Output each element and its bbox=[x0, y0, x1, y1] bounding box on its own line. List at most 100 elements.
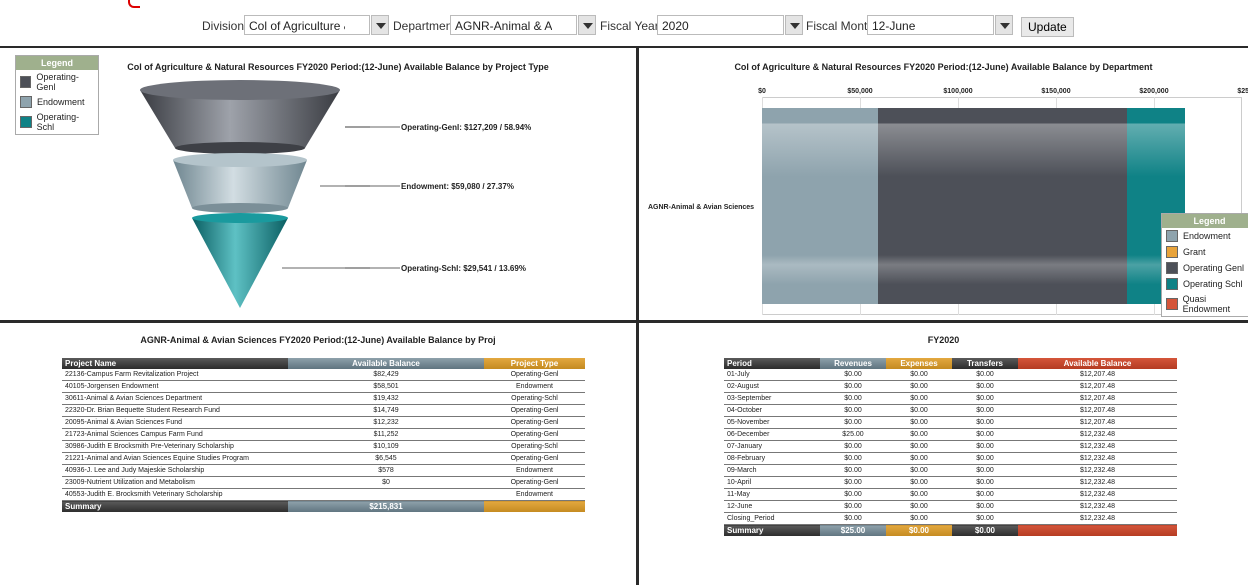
table-row: 30986-Judith E Brocksmith Pre-Veterinary… bbox=[62, 440, 585, 453]
table-row: 02-August $0.00 $0.00 $0.00 $12,207.48 bbox=[724, 380, 1177, 393]
department-label: Department bbox=[393, 19, 456, 33]
legend-label: Endowment bbox=[37, 97, 85, 107]
expenses-cell: $0.00 bbox=[886, 404, 952, 417]
summary-row: Summary $25.00 $0.00 $0.00 bbox=[724, 524, 1177, 536]
project-table: Project Name Available Balance Project T… bbox=[62, 358, 585, 512]
col-revenues[interactable]: Revenues bbox=[820, 358, 886, 369]
department-dropdown-icon[interactable] bbox=[578, 15, 596, 35]
fiscal-month-value: 12-June bbox=[872, 19, 916, 33]
col-period[interactable]: Period bbox=[724, 358, 820, 369]
col-transfers[interactable]: Transfers bbox=[952, 358, 1018, 369]
col-expenses[interactable]: Expenses bbox=[886, 358, 952, 369]
balance-cell: $11,252 bbox=[288, 428, 484, 441]
col-project-name[interactable]: Project Name bbox=[62, 358, 288, 369]
x-tick-label: $100,000 bbox=[943, 88, 973, 95]
table-row: 12-June $0.00 $0.00 $0.00 $12,232.48 bbox=[724, 500, 1177, 513]
balance-cell: $12,232 bbox=[288, 416, 484, 429]
period-cell: 10-April bbox=[724, 476, 820, 489]
col-available-balance[interactable]: Available Balance bbox=[1018, 358, 1177, 369]
period-cell: 08-February bbox=[724, 452, 820, 465]
dept-legend: Legend Endowment Grant Operating Genl Op… bbox=[1161, 213, 1248, 317]
revenues-cell: $0.00 bbox=[820, 416, 886, 429]
fiscal-month-dropdown-icon[interactable] bbox=[995, 15, 1013, 35]
division-select[interactable]: Col of Agriculture & Natu bbox=[244, 15, 370, 35]
project-type-cell: Operating-Genl bbox=[484, 404, 585, 417]
available-balance-cell: $12,207.48 bbox=[1018, 392, 1177, 405]
table-row: 40936-J. Lee and Judy Majeskie Scholarsh… bbox=[62, 464, 585, 477]
legend-item-operating-genl: Operating-Genl bbox=[16, 70, 98, 94]
top-accent-mark bbox=[128, 0, 140, 8]
funnel-legend: Legend Operating-Genl Endowment Operatin… bbox=[15, 55, 99, 135]
available-balance-cell: $12,207.48 bbox=[1018, 404, 1177, 417]
fiscal-year-select[interactable]: 2020 bbox=[657, 15, 784, 35]
balance-cell: $10,109 bbox=[288, 440, 484, 453]
dept-category-label: AGNR-Animal & Avian Sciences bbox=[648, 204, 755, 211]
table-row: 21723-Animal Sciences Campus Farm Fund $1… bbox=[62, 428, 585, 441]
available-balance-cell: $12,207.48 bbox=[1018, 380, 1177, 393]
fy-table: Period Revenues Expenses Transfers Avail… bbox=[724, 358, 1177, 536]
swatch-operating-genl bbox=[20, 76, 32, 88]
transfers-cell: $0.00 bbox=[952, 380, 1018, 393]
department-value: AGNR-Animal & Avian Sc bbox=[455, 19, 552, 33]
project-type-cell: Endowment bbox=[484, 488, 585, 501]
project-type-cell: Endowment bbox=[484, 464, 585, 477]
bar-segment-endowment[interactable] bbox=[762, 108, 878, 304]
swatch-grant bbox=[1166, 246, 1178, 258]
x-tick-label: $0 bbox=[758, 88, 766, 95]
table-row: 40553-Judith E. Brocksmith Veterinary Sc… bbox=[62, 488, 585, 501]
balance-cell: $19,432 bbox=[288, 392, 484, 405]
period-cell: Closing_Period bbox=[724, 512, 820, 525]
balance-cell: $578 bbox=[288, 464, 484, 477]
swatch-endowment bbox=[20, 96, 32, 108]
col-project-type[interactable]: Project Type bbox=[484, 358, 585, 369]
dept-chart-title: Col of Agriculture & Natural Resources F… bbox=[734, 62, 1153, 72]
expenses-cell: $0.00 bbox=[886, 416, 952, 429]
table-row: 10-April $0.00 $0.00 $0.00 $12,232.48 bbox=[724, 476, 1177, 489]
summary-balance bbox=[1018, 524, 1177, 536]
fiscal-year-dropdown-icon[interactable] bbox=[785, 15, 803, 35]
swatch-quasi-endowment bbox=[1166, 298, 1178, 310]
legend-label: Operating Genl bbox=[1183, 263, 1245, 273]
funnel-label-operating-genl: Operating-Genl: $127,209 / 58.94% bbox=[401, 123, 532, 132]
top-divider bbox=[0, 46, 1248, 48]
legend-label: Operating Schl bbox=[1183, 279, 1243, 289]
transfers-cell: $0.00 bbox=[952, 416, 1018, 429]
available-balance-cell: $12,232.48 bbox=[1018, 464, 1177, 477]
bar-segment-operating-genl[interactable] bbox=[877, 108, 1128, 304]
revenues-cell: $0.00 bbox=[820, 500, 886, 513]
update-button[interactable]: Update bbox=[1021, 17, 1074, 37]
period-cell: 09-March bbox=[724, 464, 820, 477]
table-row: 09-March $0.00 $0.00 $0.00 $12,232.48 bbox=[724, 464, 1177, 477]
period-cell: 03-September bbox=[724, 392, 820, 405]
expenses-cell: $0.00 bbox=[886, 428, 952, 441]
available-balance-cell: $12,232.48 bbox=[1018, 428, 1177, 441]
swatch-operating-schl bbox=[1166, 278, 1178, 290]
revenues-cell: $0.00 bbox=[820, 440, 886, 453]
legend-label: Grant bbox=[1183, 247, 1206, 257]
swatch-operating-schl bbox=[20, 116, 32, 128]
vertical-divider bbox=[636, 48, 639, 585]
available-balance-cell: $12,232.48 bbox=[1018, 476, 1177, 489]
transfers-cell: $0.00 bbox=[952, 428, 1018, 441]
summary-row: Summary $215,831 bbox=[62, 500, 585, 512]
col-available-balance[interactable]: Available Balance bbox=[288, 358, 484, 369]
department-select[interactable]: AGNR-Animal & Avian Sc bbox=[450, 15, 577, 35]
project-type-cell: Operating-Schl bbox=[484, 392, 585, 405]
x-tick-label: $250,000 bbox=[1237, 88, 1248, 95]
table-row: 30611-Animal & Avian Sciences Department… bbox=[62, 392, 585, 405]
available-balance-cell: $12,232.48 bbox=[1018, 488, 1177, 501]
period-cell: 02-August bbox=[724, 380, 820, 393]
revenues-cell: $0.00 bbox=[820, 404, 886, 417]
project-name-cell: 40553-Judith E. Brocksmith Veterinary Sc… bbox=[62, 488, 288, 501]
expenses-cell: $0.00 bbox=[886, 500, 952, 513]
fiscal-month-select[interactable]: 12-June bbox=[867, 15, 994, 35]
available-balance-cell: $12,207.48 bbox=[1018, 416, 1177, 429]
project-name-cell: 30986-Judith E Brocksmith Pre-Veterinary… bbox=[62, 440, 288, 453]
revenues-cell: $0.00 bbox=[820, 369, 886, 381]
summary-label: Summary bbox=[724, 524, 820, 536]
period-cell: 11-May bbox=[724, 488, 820, 501]
legend-item-grant: Grant bbox=[1162, 244, 1248, 260]
transfers-cell: $0.00 bbox=[952, 440, 1018, 453]
legend-item-endowment: Endowment bbox=[1162, 228, 1248, 244]
division-dropdown-icon[interactable] bbox=[371, 15, 389, 35]
